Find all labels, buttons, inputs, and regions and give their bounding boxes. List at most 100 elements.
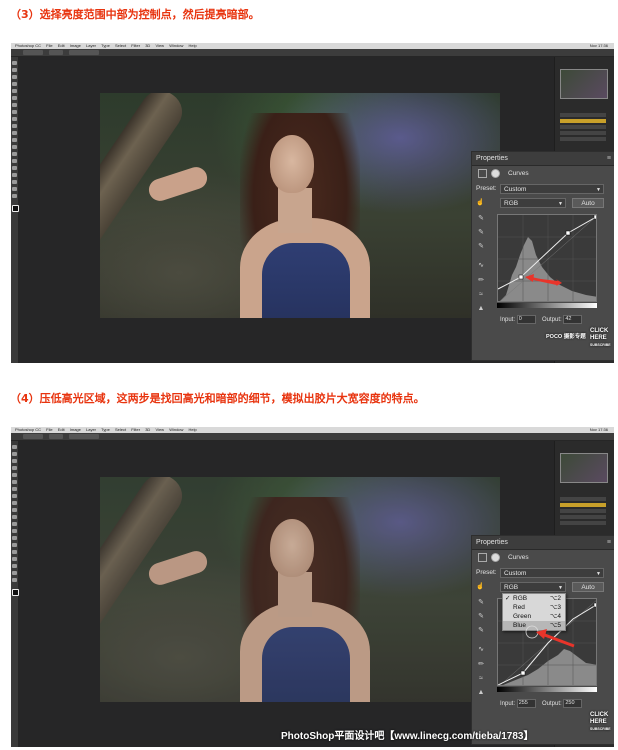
navigator-thumbnail[interactable] (560, 69, 608, 99)
layer-row-selected[interactable] (560, 119, 606, 123)
smooth-icon[interactable]: ≈ (476, 290, 486, 299)
healing-tool-icon[interactable] (12, 103, 17, 107)
curve-graph[interactable] (497, 214, 597, 302)
menu-view[interactable]: View (155, 43, 164, 48)
panel-menu-icon[interactable]: ≡ (607, 152, 611, 165)
hand-tool-icon[interactable] (12, 187, 17, 191)
menu-image[interactable]: Image (70, 43, 81, 48)
crop-tool-icon[interactable] (12, 89, 17, 93)
control-point[interactable] (593, 215, 597, 220)
lasso-tool-icon[interactable] (12, 75, 17, 79)
app-name[interactable]: Photoshop CC (15, 43, 41, 48)
brush-tool-icon[interactable] (12, 110, 17, 114)
output-value[interactable]: 42 (563, 315, 583, 324)
gradient-tool-icon[interactable] (12, 522, 17, 526)
move-tool-icon[interactable] (12, 445, 17, 449)
marquee-tool-icon[interactable] (12, 68, 17, 72)
stamp-tool-icon[interactable] (12, 501, 17, 505)
menu-file[interactable]: File (46, 427, 52, 432)
blur-tool-icon[interactable] (12, 529, 17, 533)
pen-tool-icon[interactable] (12, 159, 17, 163)
channel-select[interactable]: RGB ▼ (500, 582, 566, 592)
menu-filter[interactable]: Filter (131, 427, 140, 432)
curve-edit-icon[interactable]: ∿ (476, 645, 486, 654)
path-select-tool-icon[interactable] (12, 173, 17, 177)
control-point[interactable] (520, 670, 526, 676)
eyedropper-tool-icon[interactable] (12, 96, 17, 100)
eraser-tool-icon[interactable] (12, 515, 17, 519)
layer-row[interactable] (560, 113, 606, 117)
pen-tool-icon[interactable] (12, 543, 17, 547)
path-select-tool-icon[interactable] (12, 557, 17, 561)
preset-select[interactable]: Custom ▼ (500, 184, 604, 194)
eyedropper-black-icon[interactable]: ✎ (476, 214, 486, 223)
control-point[interactable] (518, 274, 524, 280)
healing-tool-icon[interactable] (12, 487, 17, 491)
input-field[interactable]: Input: 0 (500, 315, 536, 324)
menu-window[interactable]: Window (169, 43, 183, 48)
stamp-tool-icon[interactable] (12, 117, 17, 121)
eyedropper-black-icon[interactable]: ✎ (476, 598, 486, 607)
menu-select[interactable]: Select (115, 427, 126, 432)
menu-window[interactable]: Window (169, 427, 183, 432)
crop-tool-icon[interactable] (12, 473, 17, 477)
move-tool-icon[interactable] (12, 61, 17, 65)
type-tool-icon[interactable] (12, 166, 17, 170)
hand-tool-icon[interactable] (12, 571, 17, 575)
app-name[interactable]: Photoshop CC (15, 427, 41, 432)
quick-select-tool-icon[interactable] (12, 466, 17, 470)
quick-select-tool-icon[interactable] (12, 82, 17, 86)
layer-row-selected[interactable] (560, 503, 606, 507)
menu-layer[interactable]: Layer (86, 43, 96, 48)
output-value[interactable]: 250 (563, 699, 583, 708)
panel-menu-icon[interactable]: ≡ (607, 536, 611, 549)
type-tool-icon[interactable] (12, 550, 17, 554)
clipping-warning-icon[interactable]: ▲ (476, 688, 486, 697)
menu-select[interactable]: Select (115, 43, 126, 48)
menu-item-green[interactable]: Green ⌥4 (503, 612, 565, 621)
menu-image[interactable]: Image (70, 427, 81, 432)
clipping-warning-icon[interactable]: ▲ (476, 304, 486, 313)
smooth-icon[interactable]: ≈ (476, 674, 486, 683)
menu-edit[interactable]: Edit (58, 43, 65, 48)
hand-target-icon[interactable]: ☝ (476, 198, 484, 206)
options-tool-preset[interactable] (23, 434, 43, 439)
curve-edit-icon[interactable]: ∿ (476, 261, 486, 270)
output-field[interactable]: Output: 42 (542, 315, 583, 324)
menu-item-red[interactable]: Red ⌥3 (503, 603, 565, 612)
auto-button[interactable]: Auto (572, 198, 604, 208)
layer-row[interactable] (560, 125, 606, 129)
menu-type[interactable]: Type (101, 43, 110, 48)
dodge-tool-icon[interactable] (12, 152, 17, 156)
options-field[interactable] (69, 434, 99, 439)
navigator-thumbnail[interactable] (560, 453, 608, 483)
menu-file[interactable]: File (46, 43, 52, 48)
channel-select[interactable]: RGB ▼ (500, 198, 566, 208)
output-field[interactable]: Output: 250 (542, 699, 583, 708)
options-mode[interactable] (49, 434, 63, 439)
shape-tool-icon[interactable] (12, 180, 17, 184)
control-point[interactable] (593, 602, 597, 608)
zoom-tool-icon[interactable] (12, 194, 17, 198)
marquee-tool-icon[interactable] (12, 452, 17, 456)
gradient-tool-icon[interactable] (12, 138, 17, 142)
control-point[interactable] (565, 230, 571, 236)
eraser-tool-icon[interactable] (12, 131, 17, 135)
menu-help[interactable]: Help (189, 427, 197, 432)
layer-row[interactable] (560, 509, 606, 513)
auto-button[interactable]: Auto (572, 582, 604, 592)
eyedropper-white-icon[interactable]: ✎ (476, 242, 486, 251)
lasso-tool-icon[interactable] (12, 459, 17, 463)
menu-3d[interactable]: 3D (145, 427, 150, 432)
menu-filter[interactable]: Filter (131, 43, 140, 48)
input-value[interactable]: 0 (516, 315, 536, 324)
options-field[interactable] (69, 50, 99, 55)
options-tool-preset[interactable] (23, 50, 43, 55)
hand-target-icon[interactable]: ☝ (476, 582, 484, 590)
menu-item-rgb[interactable]: ✓ RGB ⌥2 (503, 594, 565, 603)
layer-row[interactable] (560, 515, 606, 519)
history-brush-tool-icon[interactable] (12, 508, 17, 512)
options-mode[interactable] (49, 50, 63, 55)
foreground-color-swatch[interactable] (12, 589, 19, 596)
menu-edit[interactable]: Edit (58, 427, 65, 432)
